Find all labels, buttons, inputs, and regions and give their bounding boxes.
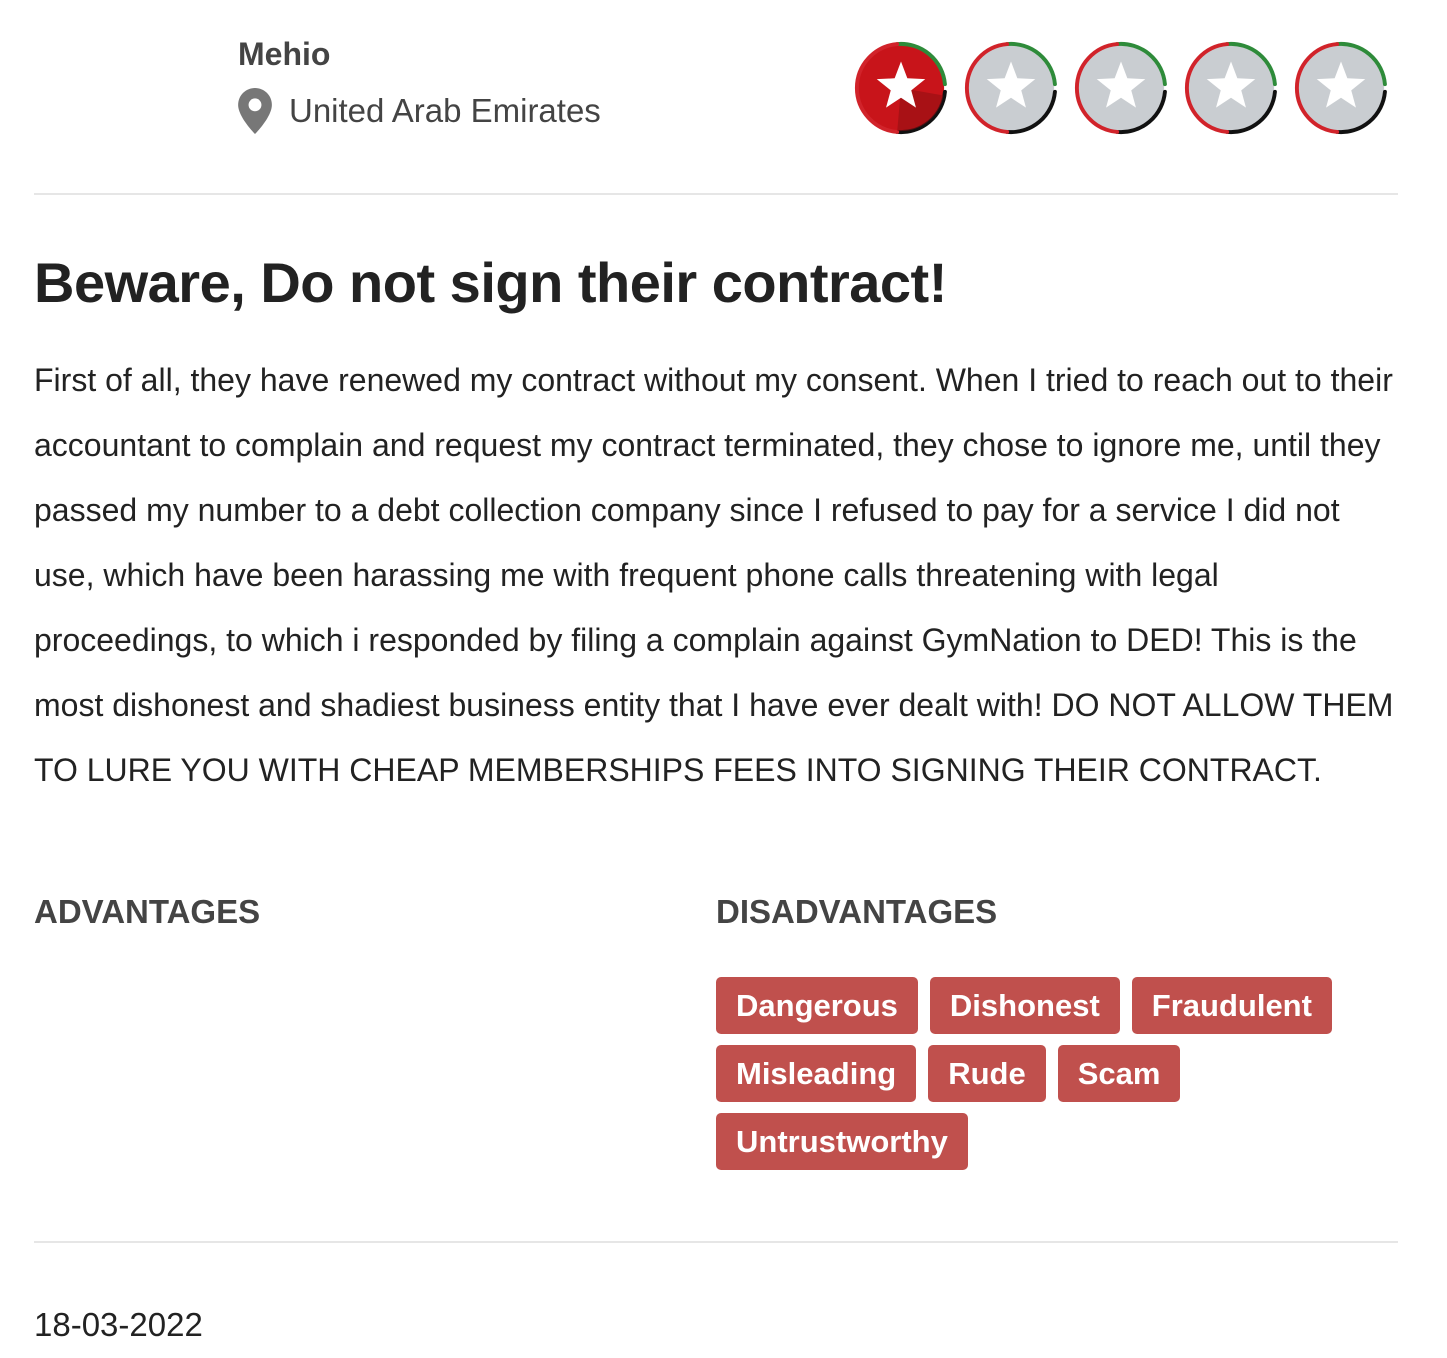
star-icon: [1182, 38, 1280, 138]
disadvantage-tag[interactable]: Rude: [928, 1045, 1046, 1102]
disadvantages-heading: DISADVANTAGES: [716, 893, 998, 930]
advantages-section: ADVANTAGES: [34, 893, 674, 977]
star-icon: [1072, 38, 1170, 138]
disadvantage-tag[interactable]: Misleading: [716, 1045, 917, 1102]
footer-divider: [34, 1241, 1398, 1243]
author-name[interactable]: Mehio: [238, 36, 330, 73]
disadvantage-tag[interactable]: Dangerous: [716, 977, 918, 1034]
review-body: First of all, they have renewed my contr…: [34, 362, 1394, 788]
disadvantages-tags: Dangerous Dishonest Fraudulent Misleading Ru…: [716, 977, 1376, 1170]
disadvantage-tag[interactable]: Untrustworthy: [716, 1113, 968, 1170]
disadvantages-section: DISADVANTAGES Dangerous Dishonest Fraudule…: [716, 893, 1398, 1170]
star-icon: [1292, 38, 1390, 138]
star-icon: [962, 38, 1060, 138]
map-pin-icon: [238, 88, 272, 134]
author-location: United Arab Emirates: [236, 88, 601, 134]
review-header: Mehio United Arab Emirates: [34, 0, 1398, 195]
location-text: United Arab Emirates: [289, 92, 601, 129]
disadvantage-tag[interactable]: Fraudulent: [1131, 977, 1332, 1034]
disadvantage-tag[interactable]: Scam: [1057, 1045, 1181, 1102]
review-title: Beware, Do not sign their contract!: [34, 251, 947, 314]
review-date: 18-03-2022: [34, 1306, 203, 1343]
review-card: Mehio United Arab Emirates Beware, Do no…: [34, 0, 1398, 1358]
advantages-heading: ADVANTAGES: [34, 893, 261, 930]
star-icon: [852, 38, 950, 138]
star-rating: [852, 38, 1390, 138]
disadvantage-tag[interactable]: Dishonest: [929, 977, 1120, 1034]
